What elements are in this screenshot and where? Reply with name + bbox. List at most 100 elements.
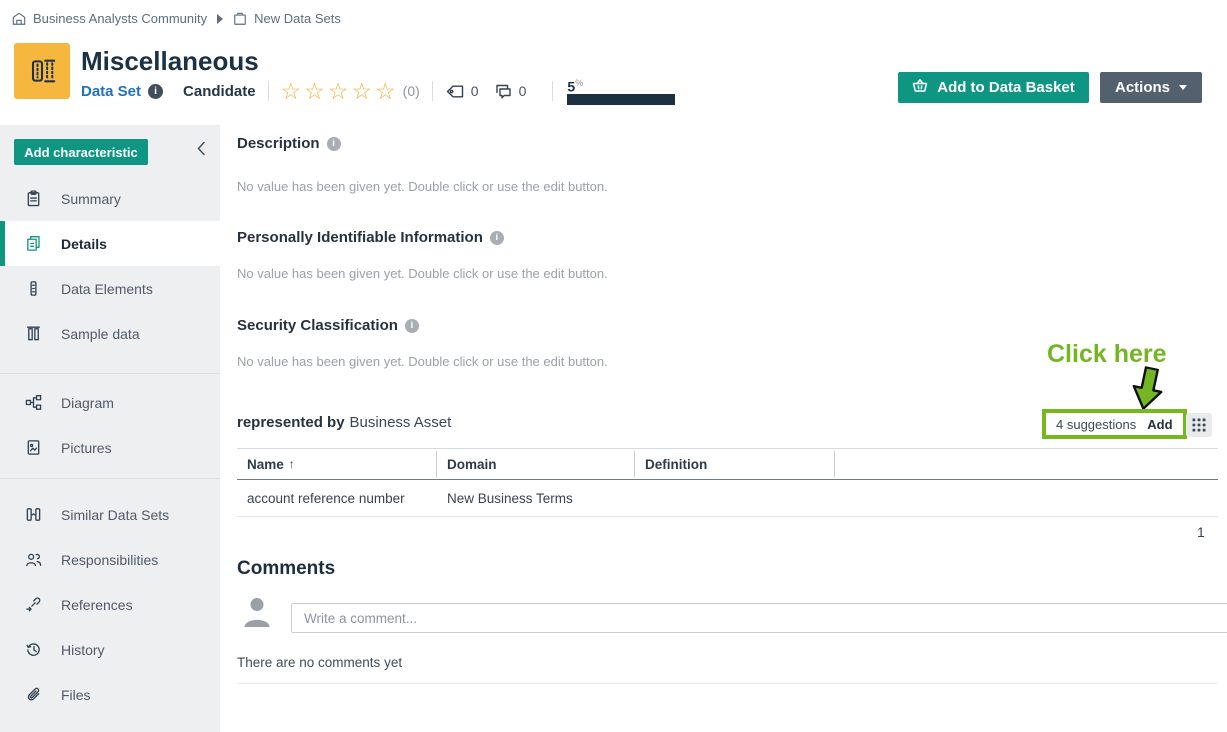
asset-meta-row: Data Set Candidate ☆ ☆ ☆ ☆ ☆ (0) 0 0 5%	[81, 77, 675, 105]
basket-icon	[912, 78, 928, 97]
breadcrumb-domain[interactable]: New Data Sets	[254, 11, 341, 26]
similar-data-sets-icon	[24, 506, 42, 523]
sidebar-item-details[interactable]: Details	[0, 221, 220, 266]
column-header-name[interactable]: Name ↑	[237, 451, 437, 477]
data-column-icon	[24, 280, 42, 297]
sidebar-item-label: Files	[61, 687, 91, 703]
add-characteristic-button[interactable]: Add characteristic	[14, 139, 148, 165]
pages-icon	[24, 235, 42, 252]
breadcrumb-separator-icon	[217, 14, 223, 24]
history-clock-icon	[24, 641, 42, 658]
section-title-security-classification: Security Classification	[237, 317, 419, 334]
section-title-pii: Personally Identifiable Information	[237, 229, 504, 246]
comments-section-title: Comments	[237, 558, 335, 580]
column-header-definition[interactable]: Definition	[635, 451, 835, 477]
sidebar-item-data-elements[interactable]: Data Elements	[0, 266, 220, 311]
sidebar-item-label: Diagram	[61, 395, 114, 411]
actions-label: Actions	[1115, 79, 1170, 96]
sidebar-item-pictures[interactable]: Pictures	[0, 425, 220, 470]
paperclip-icon	[24, 686, 42, 703]
column-header-domain[interactable]: Domain	[437, 451, 635, 477]
sidebar: Add characteristic Summary Details Data …	[0, 125, 220, 732]
add-suggestions-button[interactable]: Add	[1147, 417, 1172, 432]
asset-type-info-icon[interactable]	[148, 84, 163, 99]
star-icon[interactable]: ☆	[351, 80, 372, 102]
suggestions-box[interactable]: 4 suggestions Add	[1042, 409, 1187, 439]
sidebar-item-label: Sample data	[61, 326, 140, 342]
info-icon[interactable]	[327, 137, 341, 151]
sidebar-item-label: Details	[61, 236, 107, 252]
sidebar-item-responsibilities[interactable]: Responsibilities	[0, 537, 220, 582]
clipboard-icon	[24, 190, 42, 207]
sidebar-item-label: Summary	[61, 191, 121, 207]
asset-page: Business Analysts Community New Data Set…	[0, 0, 1227, 732]
sidebar-item-label: History	[61, 642, 105, 658]
add-to-data-basket-label: Add to Data Basket	[937, 79, 1075, 96]
column-header-empty	[835, 451, 1218, 477]
sample-table-icon	[24, 325, 42, 342]
sidebar-item-sample-data[interactable]: Sample data	[0, 311, 220, 356]
sidebar-item-label: References	[61, 597, 133, 613]
cell-name[interactable]: account reference number	[237, 491, 437, 506]
sidebar-item-references[interactable]: References	[0, 582, 220, 627]
chevron-down-icon	[1179, 85, 1187, 90]
sidebar-item-summary[interactable]: Summary	[0, 176, 220, 221]
divider	[432, 81, 433, 101]
pagination-page-number[interactable]: 1	[1197, 524, 1205, 540]
sidebar-group-divider	[0, 478, 220, 479]
sidebar-item-label: Responsibilities	[61, 552, 158, 568]
star-icon[interactable]: ☆	[281, 80, 302, 102]
sidebar-item-files[interactable]: Files	[0, 672, 220, 717]
completeness-bar	[567, 94, 675, 105]
breadcrumb-community[interactable]: Business Analysts Community	[33, 11, 207, 26]
rating-stars[interactable]: ☆ ☆ ☆ ☆ ☆	[281, 80, 399, 102]
sort-ascending-icon[interactable]: ↑	[289, 457, 295, 471]
business-asset-table: Name ↑ Domain Definition account referen…	[237, 448, 1218, 517]
info-icon[interactable]	[490, 231, 504, 245]
info-icon[interactable]	[405, 319, 419, 333]
no-comments-text: There are no comments yet	[237, 655, 402, 670]
collapse-sidebar-icon[interactable]	[197, 141, 206, 156]
sidebar-item-history[interactable]: History	[0, 627, 220, 672]
star-icon[interactable]: ☆	[328, 80, 349, 102]
tags-icon[interactable]	[445, 83, 465, 100]
breadcrumb: Business Analysts Community New Data Set…	[12, 11, 341, 26]
sidebar-group-divider	[0, 373, 220, 374]
comment-input[interactable]	[291, 603, 1227, 633]
status-badge: Candidate	[183, 83, 256, 100]
domain-icon	[233, 12, 247, 26]
star-icon[interactable]: ☆	[304, 80, 325, 102]
security-empty-value[interactable]: No value has been given yet. Double clic…	[237, 354, 608, 369]
cell-domain[interactable]: New Business Terms	[437, 491, 635, 506]
link-icon	[24, 596, 42, 613]
diagram-icon	[24, 394, 42, 411]
relation-title: represented byBusiness Asset	[237, 414, 451, 431]
completeness: 5%	[567, 77, 675, 106]
sidebar-item-diagram[interactable]: Diagram	[0, 380, 220, 425]
suggestions-count[interactable]: 4 suggestions	[1056, 417, 1136, 432]
comments-count-icon[interactable]	[493, 82, 513, 100]
pii-empty-value[interactable]: No value has been given yet. Double clic…	[237, 266, 608, 281]
divider	[268, 81, 269, 101]
asset-type-label[interactable]: Data Set	[81, 83, 141, 100]
tags-count: 0	[471, 83, 479, 99]
page-title: Miscellaneous	[81, 46, 259, 77]
divider	[237, 683, 1218, 684]
description-empty-value[interactable]: No value has been given yet. Double clic…	[237, 179, 608, 194]
sidebar-item-label: Data Elements	[61, 281, 153, 297]
add-to-data-basket-button[interactable]: Add to Data Basket	[898, 72, 1089, 103]
rating-count: (0)	[403, 83, 420, 99]
star-icon[interactable]: ☆	[375, 80, 396, 102]
completeness-value: 5%	[567, 77, 675, 93]
divider	[552, 81, 553, 101]
table-header: Name ↑ Domain Definition	[237, 448, 1218, 480]
data-set-type-icon	[14, 43, 70, 99]
table-view-options-button[interactable]	[1186, 413, 1212, 437]
table-row[interactable]: account reference number New Business Te…	[237, 480, 1218, 517]
picture-icon	[24, 439, 42, 456]
actions-button[interactable]: Actions	[1100, 72, 1202, 103]
sidebar-item-similar-data-sets[interactable]: Similar Data Sets	[0, 492, 220, 537]
sidebar-item-label: Pictures	[61, 440, 112, 456]
sidebar-item-label: Similar Data Sets	[61, 507, 169, 523]
section-title-description: Description	[237, 135, 341, 152]
